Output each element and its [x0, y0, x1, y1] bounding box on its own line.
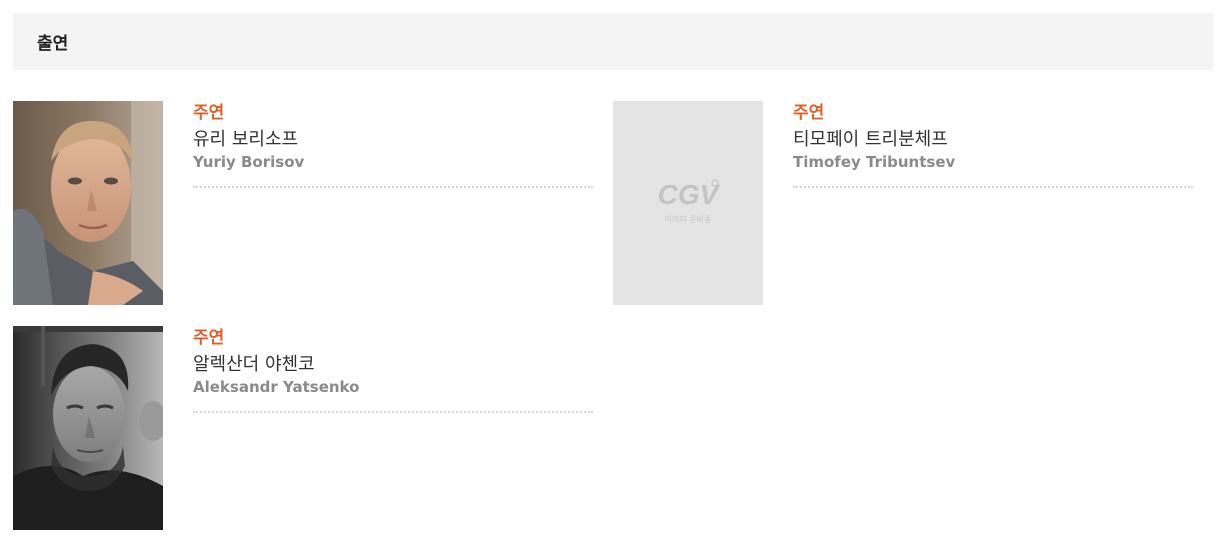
cast-card: CGV 이미지 준비중 주연 티모페이 트리분체프 Timofey Tribun… — [613, 101, 1193, 305]
cast-photo[interactable] — [13, 101, 163, 305]
cast-photo[interactable]: CGV 이미지 준비중 — [613, 101, 763, 305]
cast-info: 주연 알렉산더 야첸코 Aleksandr Yatsenko — [193, 326, 593, 413]
cast-name-en-link[interactable]: Yuriy Borisov — [193, 152, 593, 172]
cast-role: 주연 — [193, 328, 225, 348]
placeholder-caption: 이미지 준비중 — [665, 214, 712, 224]
actor-portrait-image — [13, 101, 163, 305]
cast-name-en-link[interactable]: Timofey Tribuntsev — [793, 152, 1193, 172]
cast-section-header: 출연 — [13, 13, 1213, 70]
dotted-divider — [193, 186, 593, 188]
cast-name-en-link[interactable]: Aleksandr Yatsenko — [193, 377, 593, 397]
cast-role: 주연 — [793, 103, 825, 123]
cgv-placeholder-image: CGV 이미지 준비중 — [613, 101, 763, 305]
cast-card: 주연 알렉산더 야첸코 Aleksandr Yatsenko — [13, 326, 593, 530]
cast-role: 주연 — [193, 103, 225, 123]
cast-card: 주연 유리 보리소프 Yuriy Borisov — [13, 101, 593, 305]
cast-name-ko-link[interactable]: 알렉산더 야첸코 — [193, 353, 593, 377]
cast-info: 주연 티모페이 트리분체프 Timofey Tribuntsev — [793, 101, 1193, 188]
dotted-divider — [793, 186, 1193, 188]
actor-portrait-image — [13, 326, 163, 530]
cast-name-ko-link[interactable]: 티모페이 트리분체프 — [793, 128, 1193, 152]
cast-info: 주연 유리 보리소프 Yuriy Borisov — [193, 101, 593, 188]
cgv-logo-text: CGV — [658, 179, 721, 210]
cast-photo[interactable] — [13, 326, 163, 530]
section-title: 출연 — [37, 34, 69, 54]
cast-name-ko-link[interactable]: 유리 보리소프 — [193, 128, 593, 152]
dotted-divider — [193, 411, 593, 413]
